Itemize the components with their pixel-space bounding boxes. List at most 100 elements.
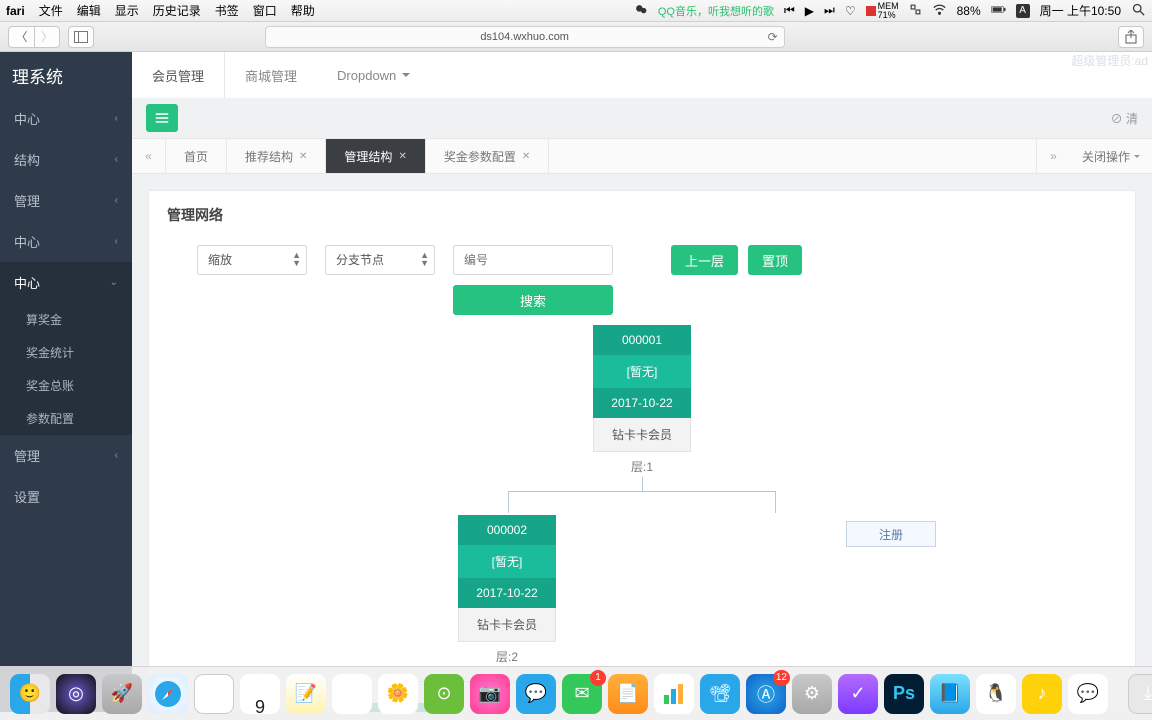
sidebar: 中心‹ 结构‹ 管理‹ 中心‹ 中心⌄ 算奖金 奖金统计 奖金总账 参数配置 管… (0, 98, 132, 712)
notes-icon[interactable]: 📝 (286, 674, 326, 714)
pages-icon[interactable]: 📄 (608, 674, 648, 714)
node-id: 000002 (458, 515, 556, 545)
search-input[interactable] (453, 245, 613, 275)
battery-text: 88% (957, 4, 981, 18)
topnav-tab-members[interactable]: 会员管理 (132, 52, 225, 98)
sidebar-sub-2[interactable]: 奖金总账 (0, 369, 132, 402)
register-button[interactable]: 注册 (846, 521, 936, 547)
photos-icon[interactable]: 🌼 (378, 674, 418, 714)
node-level: 层:1 (593, 452, 691, 477)
tree-node-1[interactable]: 000001 [暂无] 2017-10-22 钻卡卡会员 层:1 (593, 325, 691, 477)
sidebar-sub-0[interactable]: 算奖金 (0, 303, 132, 336)
sidebar-submenu: 算奖金 奖金统计 奖金总账 参数配置 (0, 303, 132, 435)
books-icon[interactable]: 📘 (930, 674, 970, 714)
finder-icon[interactable]: 🙂 (10, 674, 50, 714)
node-name: [暂无] (593, 355, 691, 388)
menu-view[interactable]: 显示 (115, 2, 139, 19)
menu-history[interactable]: 历史记录 (153, 2, 201, 19)
siri-icon[interactable]: ◎ (56, 674, 96, 714)
clear-link[interactable]: ⊘ 清 (1111, 110, 1138, 127)
keynote-icon[interactable]: 📽 (700, 674, 740, 714)
sidebar-item-5[interactable]: 管理‹ (0, 435, 132, 476)
topnav-tab-mall[interactable]: 商城管理 (225, 52, 317, 98)
prev-track-icon[interactable]: ⏮ (784, 3, 795, 18)
sidebar-collapse-button[interactable] (146, 104, 178, 132)
appstore-icon[interactable]: Ⓐ12 (746, 674, 786, 714)
reminders-icon[interactable]: ☑︎ (332, 674, 372, 714)
next-track-icon[interactable]: ⏭ (824, 3, 835, 18)
page-tab-manage[interactable]: 管理结构✕ (326, 139, 425, 173)
menu-help[interactable]: 帮助 (291, 2, 315, 19)
node-id: 000001 (593, 325, 691, 355)
music-ticker[interactable]: QQ音乐，听我想听的歌 (658, 3, 774, 19)
todo-icon[interactable]: ✓ (838, 674, 878, 714)
close-icon[interactable]: ✕ (299, 151, 307, 162)
sidebar-item-1[interactable]: 结构‹ (0, 139, 132, 180)
to-top-button[interactable]: 置顶 (748, 245, 802, 275)
close-icon[interactable]: ✕ (522, 151, 530, 162)
zoom-select[interactable]: 缩放 ▲▼ (197, 245, 307, 275)
battery-icon[interactable] (991, 2, 1006, 20)
tabs-scroll-right[interactable]: » (1036, 139, 1070, 173)
photoshop-icon[interactable]: Ps (884, 674, 924, 714)
browser-toolbar: 〈 〉 ds104.wxhuo.com ⟳ (0, 22, 1152, 52)
heart-icon[interactable]: ♡ (845, 4, 856, 18)
photo-booth-icon[interactable]: 📷 (470, 674, 510, 714)
qqmusic-icon[interactable]: ♪ (1022, 674, 1062, 714)
sidebar-item-3[interactable]: 中心‹ (0, 221, 132, 262)
sidebar-item-6[interactable]: 设置 (0, 476, 132, 517)
sidebar-item-0[interactable]: 中心‹ (0, 98, 132, 139)
sidebar-toggle-button[interactable] (68, 26, 94, 48)
sub-toolbar: ⊘ 清 (132, 98, 1152, 138)
close-operations-dropdown[interactable]: 关闭操作 (1070, 139, 1152, 173)
branch-select[interactable]: 分支节点 ▲▼ (325, 245, 435, 275)
page-tab-bonus-config[interactable]: 奖金参数配置✕ (426, 139, 549, 173)
sync-icon[interactable] (909, 3, 922, 19)
dock: 🙂 ◎ 🚀 🖼 周一9 📝 ☑︎ 🌼 ⊙ 📷 💬 ✉︎1 📄 📽 Ⓐ12 ⚙︎ … (0, 666, 1152, 720)
tree-node-2[interactable]: 000002 [暂无] 2017-10-22 钻卡卡会员 层:2 (458, 515, 556, 667)
sidebar-sub-3[interactable]: 参数配置 (0, 402, 132, 435)
downloads-icon[interactable]: ⤓ (1128, 674, 1152, 714)
share-button[interactable] (1118, 26, 1144, 48)
menu-window[interactable]: 窗口 (253, 2, 277, 19)
launchpad-icon[interactable]: 🚀 (102, 674, 142, 714)
sidebar-item-2[interactable]: 管理‹ (0, 180, 132, 221)
play-icon[interactable]: ▶ (805, 4, 814, 18)
chat-icon[interactable]: 💬 (516, 674, 556, 714)
camtasia-icon[interactable]: ⊙ (424, 674, 464, 714)
address-bar[interactable]: ds104.wxhuo.com ⟳ (265, 26, 785, 48)
menu-app-name[interactable]: fari (6, 4, 25, 18)
page-tab-home[interactable]: 首页 (166, 139, 227, 173)
qq-icon[interactable]: 🐧 (976, 674, 1016, 714)
sidebar-item-4[interactable]: 中心⌄ (0, 262, 132, 303)
menu-file[interactable]: 文件 (39, 2, 63, 19)
close-icon[interactable]: ✕ (398, 151, 406, 162)
node-type: 钻卡卡会员 (458, 608, 556, 642)
text-input-icon[interactable]: A (1016, 4, 1030, 18)
memory-indicator[interactable]: MEM71% (866, 2, 899, 20)
forward-button[interactable]: 〉 (34, 26, 60, 48)
search-button[interactable]: 搜索 (453, 285, 613, 315)
wechat-icon[interactable]: 💬 (1068, 674, 1108, 714)
back-button[interactable]: 〈 (8, 26, 34, 48)
up-level-button[interactable]: 上一层 (671, 245, 738, 275)
tabs-scroll-left[interactable]: « (132, 139, 166, 173)
calendar-icon[interactable]: 周一9 (240, 674, 280, 714)
sidebar-sub-1[interactable]: 奖金统计 (0, 336, 132, 369)
menu-bookmarks[interactable]: 书签 (215, 2, 239, 19)
preview-icon[interactable]: 🖼 (194, 674, 234, 714)
menu-edit[interactable]: 编辑 (77, 2, 101, 19)
numbers-icon[interactable] (654, 674, 694, 714)
reload-icon[interactable]: ⟳ (768, 30, 778, 44)
clock[interactable]: 周一 上午10:50 (1040, 2, 1121, 19)
node-name: [暂无] (458, 545, 556, 578)
topnav-tab-dropdown[interactable]: Dropdown (317, 52, 430, 98)
admin-label[interactable]: 超级管理员:ad (1071, 52, 1152, 98)
page-tab-recommend[interactable]: 推荐结构✕ (227, 139, 326, 173)
settings-icon[interactable]: ⚙︎ (792, 674, 832, 714)
safari-icon[interactable] (148, 674, 188, 714)
messages-icon[interactable]: ✉︎1 (562, 674, 602, 714)
wifi-icon[interactable] (932, 2, 947, 20)
wechat-status-icon[interactable] (635, 3, 648, 19)
spotlight-icon[interactable] (1131, 2, 1146, 20)
